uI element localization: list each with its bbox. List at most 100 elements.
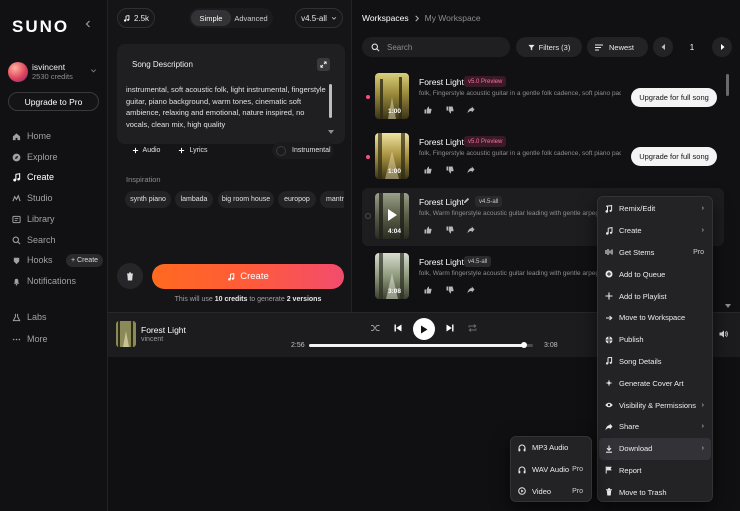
share-icon[interactable] — [467, 166, 475, 174]
menu-item-move-to-trash[interactable]: Move to Trash — [599, 481, 711, 503]
progress-knob[interactable] — [521, 342, 528, 348]
edit-pencil-icon[interactable] — [463, 197, 470, 204]
library-icon — [12, 215, 21, 224]
sidebar-item-label: Labs — [27, 312, 47, 322]
song-title[interactable]: Forest Light — [419, 137, 464, 147]
menu-item-generate-cover-art[interactable]: Generate Cover Art — [599, 372, 711, 394]
share-icon[interactable] — [467, 226, 475, 234]
next-page-button[interactable] — [712, 37, 732, 57]
song-title[interactable]: Forest Light — [419, 257, 464, 267]
sidebar-item-library[interactable]: Library — [12, 212, 55, 226]
player-artist[interactable]: vincent — [141, 336, 163, 343]
menu-item-add-to-playlist[interactable]: Add to Playlist — [599, 285, 711, 307]
collapse-sidebar-icon[interactable] — [84, 20, 92, 28]
sidebar-item-more[interactable]: More — [12, 332, 48, 346]
sort-button[interactable]: Newest — [587, 37, 648, 57]
sidebar-item-labs[interactable]: Labs — [12, 310, 47, 324]
menu-item-add-to-queue[interactable]: Add to Queue — [599, 263, 711, 285]
menu-item-label: Publish — [619, 335, 644, 345]
clear-button[interactable] — [117, 263, 143, 289]
filters-button[interactable]: Filters (3) — [516, 37, 582, 57]
download-icon — [605, 445, 613, 453]
suno-logo[interactable]: SUNO — [12, 17, 69, 37]
download-item-wav-audio[interactable]: WAV Audio Pro — [512, 459, 590, 481]
list-scrollbar[interactable] — [726, 74, 729, 96]
sidebar-item-hooks[interactable]: Hooks — [12, 253, 53, 267]
download-item-video[interactable]: Video Pro — [512, 481, 590, 503]
menu-item-create[interactable]: Create › — [599, 220, 711, 242]
add-lyrics-button[interactable]: Lyrics — [171, 142, 215, 159]
plus-icon — [178, 147, 185, 154]
menu-item-move-to-workspace[interactable]: Move to Workspace — [599, 307, 711, 329]
song-description-label: Song Description — [132, 60, 193, 69]
previous-track-icon[interactable] — [394, 324, 402, 332]
search-input[interactable]: Search — [362, 37, 510, 57]
credits-chip[interactable]: 2.5k — [117, 8, 155, 28]
menu-item-get-stems[interactable]: Get Stems Pro — [599, 242, 711, 264]
menu-item-song-details[interactable]: Song Details — [599, 351, 711, 373]
sidebar-item-studio[interactable]: Studio — [12, 191, 53, 205]
inspiration-tag[interactable]: big room house — [218, 191, 274, 208]
add-audio-button[interactable]: Audio — [124, 142, 168, 159]
mode-simple-button[interactable]: Simple — [191, 10, 231, 26]
model-select[interactable]: v4.5-all — [295, 8, 343, 28]
dislike-icon[interactable] — [446, 106, 454, 114]
dislike-icon[interactable] — [446, 226, 454, 234]
dislike-icon[interactable] — [446, 166, 454, 174]
sidebar-item-home[interactable]: Home — [12, 129, 51, 143]
select-checkbox[interactable] — [365, 213, 371, 219]
menu-item-share[interactable]: Share › — [599, 416, 711, 438]
inspiration-tag[interactable]: mantra — [320, 191, 344, 208]
mode-advanced-button[interactable]: Advanced — [231, 10, 271, 26]
song-title[interactable]: Forest Light — [419, 197, 464, 207]
hooks-create-button[interactable]: + Create — [66, 254, 104, 267]
player-title[interactable]: Forest Light — [141, 325, 186, 335]
inspiration-tag[interactable]: europop — [278, 191, 316, 208]
download-item-mp3-audio[interactable]: MP3 Audio — [512, 437, 590, 459]
song-description-text[interactable]: instrumental, soft acoustic folk, light … — [126, 84, 326, 130]
upgrade-full-song-button[interactable]: Upgrade for full song — [631, 147, 717, 166]
avatar[interactable] — [8, 62, 28, 82]
menu-item-download[interactable]: Download › — [599, 437, 711, 460]
page-number[interactable]: 1 — [678, 37, 706, 57]
sidebar-item-notifications[interactable]: Notifications — [12, 274, 76, 288]
menu-item-visibility-permissions[interactable]: Visibility & Permissions › — [599, 394, 711, 416]
inspiration-tag[interactable]: synth piano — [125, 191, 171, 208]
volume-icon[interactable] — [719, 330, 728, 338]
sidebar-item-explore[interactable]: Explore — [12, 150, 58, 164]
menu-item-remix-edit[interactable]: Remix/Edit › — [599, 198, 711, 220]
instrumental-toggle[interactable]: Instrumental — [272, 142, 334, 159]
share-icon[interactable] — [467, 286, 475, 294]
play-button[interactable] — [413, 318, 435, 340]
upgrade-full-song-button[interactable]: Upgrade for full song — [631, 88, 717, 107]
upgrade-to-pro-button[interactable]: Upgrade to Pro — [8, 92, 99, 111]
song-title[interactable]: Forest Light — [419, 77, 464, 87]
like-icon[interactable] — [424, 106, 432, 114]
expand-icon[interactable] — [317, 58, 330, 71]
player-cover[interactable] — [116, 321, 136, 347]
eye-icon — [605, 401, 613, 409]
share-icon[interactable] — [467, 106, 475, 114]
like-icon[interactable] — [424, 166, 432, 174]
shuffle-icon[interactable] — [371, 324, 380, 332]
like-icon[interactable] — [424, 226, 432, 234]
sidebar-item-search[interactable]: Search — [12, 233, 56, 247]
repeat-icon[interactable] — [468, 324, 477, 332]
progress-bar[interactable] — [309, 344, 533, 347]
sidebar-item-create[interactable]: Create — [12, 170, 54, 184]
dislike-icon[interactable] — [446, 286, 454, 294]
next-track-icon[interactable] — [446, 324, 454, 332]
sidebar-item-label: Studio — [27, 193, 53, 203]
username[interactable]: isvincent — [32, 62, 65, 72]
inspiration-tag[interactable]: lambada — [175, 191, 213, 208]
create-button[interactable]: Create — [152, 264, 344, 289]
prev-page-button[interactable] — [653, 37, 673, 57]
sidebar-item-label: Create — [27, 172, 55, 182]
chevron-down-icon[interactable] — [90, 67, 97, 74]
menu-item-report[interactable]: Report — [599, 460, 711, 482]
chevron-down-icon — [725, 304, 731, 309]
breadcrumb-workspaces[interactable]: Workspaces — [362, 13, 409, 23]
menu-item-publish[interactable]: Publish — [599, 329, 711, 351]
like-icon[interactable] — [424, 286, 432, 294]
description-scrollbar[interactable] — [329, 84, 332, 118]
